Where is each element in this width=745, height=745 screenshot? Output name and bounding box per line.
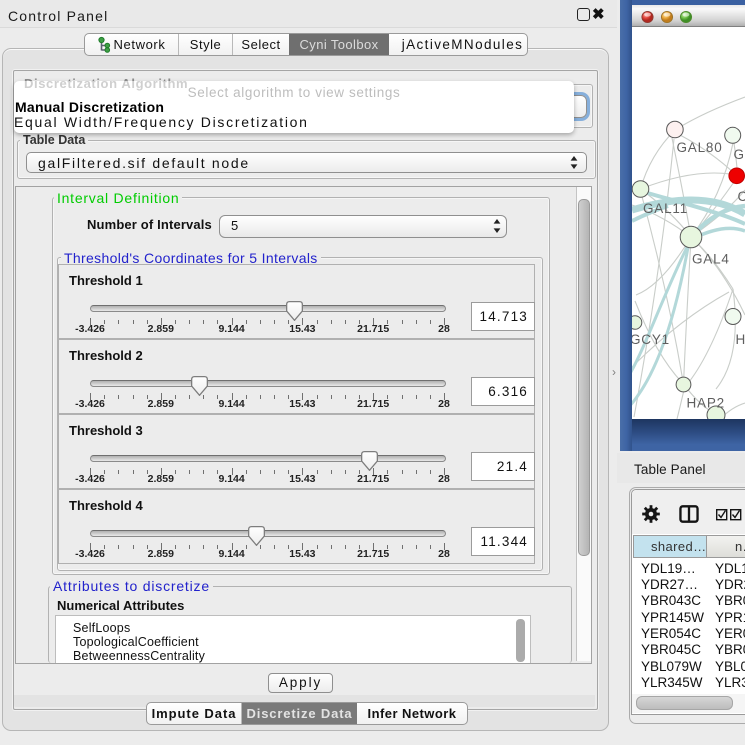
svg-text:GCY1: GCY1: [632, 332, 670, 347]
svg-text:G.: G.: [734, 147, 745, 162]
svg-text:C: C: [738, 189, 745, 204]
svg-text:HAP2: HAP2: [687, 396, 725, 411]
svg-text:GAL11: GAL11: [643, 201, 688, 216]
svg-text:GAL80: GAL80: [677, 140, 723, 155]
svg-text:GAL4: GAL4: [692, 252, 730, 267]
svg-text:H: H: [736, 332, 745, 347]
